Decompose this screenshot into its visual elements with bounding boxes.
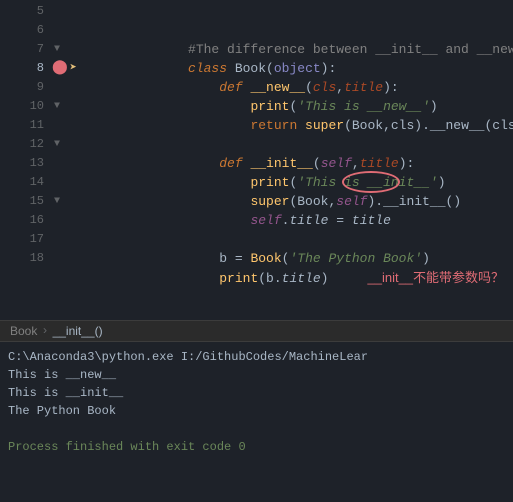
str-book: 'The Python Book' [289,251,422,266]
line-15: 15 [0,192,44,211]
comment-text: #The difference between __init__ and __n… [188,42,513,57]
debug-arrow-icon: ➤ [70,59,77,78]
terminal-output-2: This is __init__ [8,384,505,402]
line-11: 11 [0,116,44,135]
terminal-process-status: Process finished with exit code 0 [8,438,505,456]
line-17: 17 [0,230,44,249]
line-numbers: 5 6 7 8 9 10 11 12 13 14 15 16 17 18 [0,0,52,320]
param-cls: cls [313,80,336,95]
fn-init: __init__ [250,156,312,171]
annotation-label: __init__不能带参数吗？ [367,270,504,285]
line-9: 9 [0,78,44,97]
breadcrumb-bar: Book › __init__() [0,320,513,342]
init-paren: ) [453,194,461,209]
line-18: 18 [0,249,44,268]
code-editor[interactable]: 5 6 7 8 9 10 11 12 13 14 15 16 17 18 [0,0,513,320]
terminal-output-3: The Python Book [8,402,505,420]
fn-super1: super [305,118,344,133]
keyword-class: class [188,61,235,76]
terminal-path: C:\Anaconda3\python.exe I:/GithubCodes/M… [8,348,505,366]
oval-marker [342,171,400,193]
code-line-14: super(Book,self).__init__() [110,173,513,192]
var-b-title: title [282,271,321,286]
self-kw-3: self [250,213,281,228]
breakpoint-icon[interactable]: ⬤ [52,59,68,78]
fn-book: Book [250,251,281,266]
self-kw-2: self [336,194,367,209]
builtin-object: object [274,61,321,76]
line-12: 12 [0,135,44,154]
code-content[interactable]: #The difference between __init__ and __n… [80,0,513,320]
fold-icon-10[interactable]: ▼ [52,97,80,116]
code-line-6: #The difference between __init__ and __n… [110,21,513,40]
breadcrumb-file[interactable]: Book [10,324,37,338]
line-14: 14 [0,173,44,192]
fn-print1: print [250,99,289,114]
param-title1: title [344,80,383,95]
keyword-def-init: def [219,156,250,171]
var-title: title [289,213,328,228]
terminal-empty-line [8,420,505,438]
line-10: 10 [0,97,44,116]
code-line-5 [110,2,513,21]
fold-icon-15[interactable]: ▼ [52,192,80,211]
fn-print3: print [219,271,258,286]
fn-super2: super [250,194,289,209]
line-7: 7 [0,40,44,59]
classname: Book [235,61,266,76]
param-self1: self [321,156,352,171]
gutter-markers: ▼ ⬤ ➤ ▼ ▼ ▼ [52,0,80,320]
param-title2: title [360,156,399,171]
line-8: 8 [0,59,44,78]
editor-window: 5 6 7 8 9 10 11 12 13 14 15 16 17 18 [0,0,513,500]
fn-new: __new__ [250,80,305,95]
breakpoint-line-8: ⬤ ➤ [52,59,80,78]
fold-icon-12[interactable]: ▼ [52,135,80,154]
keyword-return: return [250,118,305,133]
line-5: 5 [0,2,44,21]
str-new: 'This is __new__' [297,99,430,114]
breadcrumb-separator: › [41,324,48,338]
line-6: 6 [0,21,44,40]
fold-icon-7[interactable]: ▼ [52,40,80,59]
line-13: 13 [0,154,44,173]
terminal-panel: C:\Anaconda3\python.exe I:/GithubCodes/M… [0,342,513,500]
terminal-output-1: This is __new__ [8,366,505,384]
breadcrumb-method[interactable]: __init__() [53,324,103,338]
line-16: 16 [0,211,44,230]
keyword-def-new: def [219,80,250,95]
var-title-val: title [352,213,391,228]
